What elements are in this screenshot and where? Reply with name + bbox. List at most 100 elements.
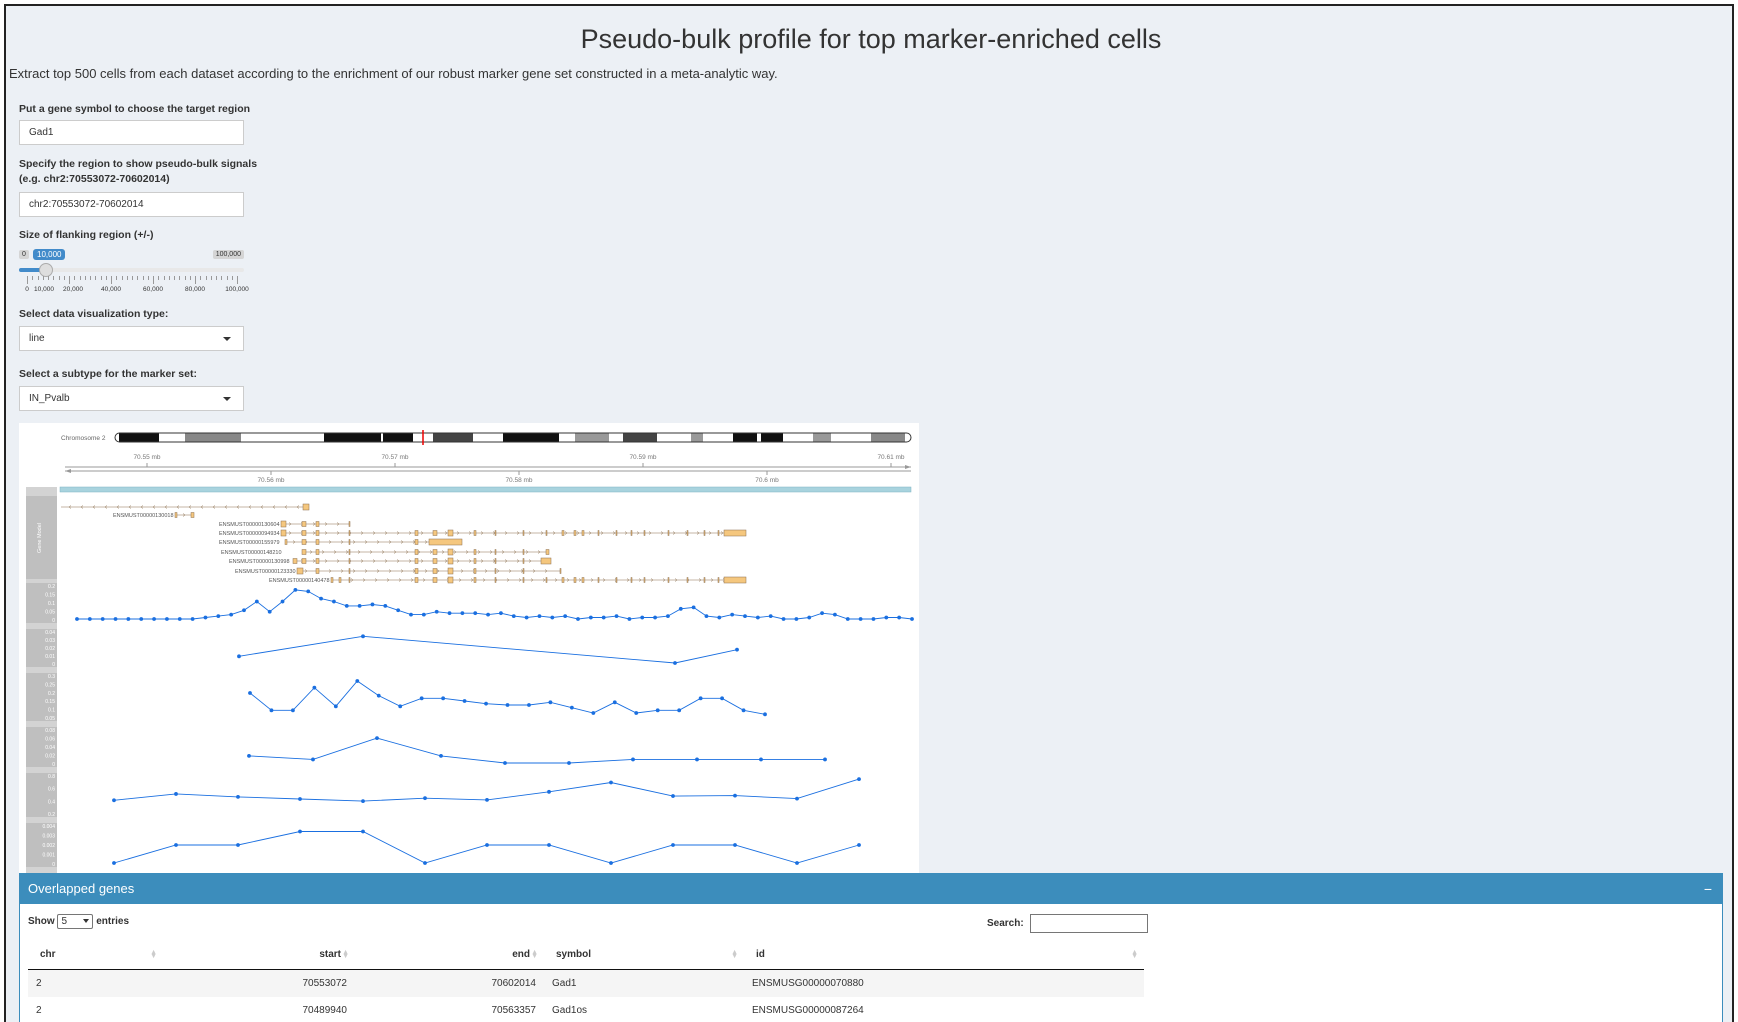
vis-type-value: line — [29, 333, 45, 344]
collapse-button[interactable]: − — [1704, 874, 1712, 904]
signal-point — [312, 685, 317, 690]
subtype-label: Select a subtype for the marker set: — [19, 368, 197, 380]
slider-handle[interactable] — [38, 263, 53, 277]
exon — [686, 530, 689, 536]
signal-point — [691, 605, 696, 610]
signal-track: 0.8 0.6 0.4 0.2 — [26, 773, 861, 818]
signal-point — [126, 617, 131, 621]
signal-point — [174, 792, 178, 796]
track-axis-tick: 0 — [52, 662, 55, 668]
signal-point — [332, 599, 336, 604]
slider-minor-tick — [74, 276, 76, 280]
exon — [348, 549, 351, 555]
show-label: Show — [28, 916, 55, 928]
exon — [643, 530, 646, 536]
exon — [667, 577, 670, 583]
subtype-select[interactable]: IN_Pvalb — [19, 386, 244, 411]
vis-type-select[interactable]: line — [19, 326, 244, 351]
exon — [414, 558, 419, 564]
region-input[interactable]: chr2:70553072-70602014 — [19, 192, 244, 217]
slider-minor-tick — [221, 276, 223, 280]
column-header-id[interactable]: id ▲ ▼ — [744, 941, 1144, 970]
gene-symbol-input[interactable]: Gad1 — [19, 120, 244, 145]
signal-point — [247, 753, 251, 758]
flank-size-slider[interactable]: 0 100,000 10,000 0 10,000 20,000 40,000 60,0… — [19, 246, 249, 296]
exon — [615, 577, 618, 583]
slider-minor-tick — [69, 276, 70, 284]
column-header-symbol[interactable]: symbol ▲ ▼ — [544, 941, 744, 970]
column-header-chr[interactable]: chr ▲ ▼ — [28, 941, 163, 970]
slider-minor-tick — [27, 276, 28, 284]
column-header-start[interactable]: start ▲ ▼ — [163, 941, 355, 970]
transcript-label: ENSMUST00000130604 — [219, 522, 280, 528]
slider-minor-tick — [142, 276, 144, 280]
slider-minor-tick — [48, 276, 49, 280]
signal-point — [547, 789, 551, 794]
exon — [573, 530, 577, 536]
slider-minor-tick — [195, 276, 196, 284]
slider-minor-tick — [137, 276, 139, 280]
cell-symbol: Gad1 — [544, 969, 744, 997]
signal-point — [267, 609, 272, 614]
slider-track[interactable] — [19, 268, 244, 272]
exon — [494, 568, 497, 574]
signal-point — [609, 780, 613, 785]
exon — [432, 549, 438, 555]
signal-point — [177, 617, 182, 621]
chromosome-label: Chromosome 2 — [61, 435, 106, 442]
slider-tick-label: 60,000 — [143, 286, 163, 293]
column-header-end[interactable]: end ▲ ▼ — [355, 941, 544, 970]
exon — [643, 577, 646, 583]
exon — [190, 512, 195, 518]
signal-point — [113, 617, 118, 621]
axis-tick-label: 70.55 mb — [133, 454, 160, 461]
table-row[interactable]: 2 70489940 70563357 Gad1os ENSMUSG000000… — [28, 997, 1144, 1022]
signal-point — [344, 604, 349, 608]
track-axis-tick: 0.6 — [48, 787, 55, 793]
table-search: Search: — [987, 914, 1149, 933]
exon — [717, 530, 720, 536]
signal-point — [409, 612, 413, 617]
exon — [703, 530, 706, 536]
table-row[interactable]: 2 70553072 70602014 Gad1 ENSMUSG00000070… — [28, 969, 1144, 997]
signal-point — [569, 705, 574, 710]
entries-select[interactable]: 5 — [57, 914, 94, 929]
search-input[interactable] — [1030, 914, 1149, 933]
signal-point — [524, 615, 529, 620]
signal-point — [423, 861, 427, 865]
signal-point — [653, 615, 657, 620]
signal-point — [720, 696, 724, 701]
sort-icon: ▲ ▼ — [731, 949, 738, 960]
transcript-label: ENSMUST00000148210 — [221, 550, 282, 556]
signal-point — [311, 757, 315, 762]
exon — [703, 577, 706, 583]
transcript-label: ENSMUST00000130998 — [229, 559, 290, 565]
exon — [348, 577, 351, 583]
track-axis-tick: 0.2 — [48, 812, 55, 818]
signal-point — [609, 861, 613, 865]
signal-point — [242, 608, 246, 613]
slider-minor-tick — [158, 276, 160, 280]
gene-models: ENSMUST00000130018 ENSMUST00000130604 ENSM… — [61, 503, 747, 584]
exon — [561, 530, 565, 536]
exon — [301, 539, 307, 545]
gene-symbol-label: Put a gene symbol to choose the target r… — [19, 103, 251, 115]
exon — [522, 530, 525, 536]
signal-point — [910, 617, 914, 621]
exon — [432, 577, 438, 583]
chevron-down-icon — [223, 337, 231, 341]
signal-point — [671, 794, 675, 798]
signal-point — [361, 634, 365, 639]
exon — [581, 577, 585, 583]
track-axis-tick: 0.001 — [42, 853, 55, 859]
signal-point — [795, 796, 799, 801]
cell-start: 70489940 — [163, 997, 355, 1022]
exon — [615, 530, 618, 536]
signal-point — [87, 617, 92, 621]
track-axis-tick: 0.8 — [48, 774, 55, 780]
signal-point — [460, 611, 465, 616]
signal-point — [280, 599, 285, 604]
exon — [522, 558, 525, 564]
cell-start: 70553072 — [163, 969, 355, 997]
signal-point — [190, 617, 195, 621]
